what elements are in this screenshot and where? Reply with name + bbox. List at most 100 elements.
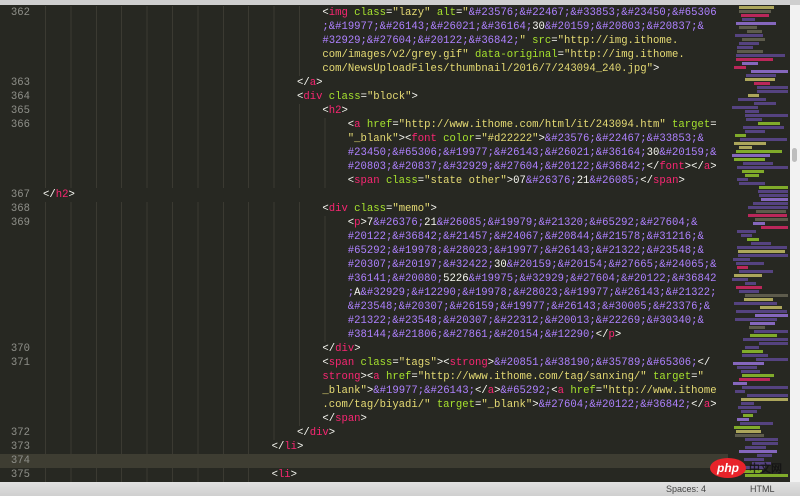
code-line-wrap[interactable]: com/images/v2/grey.gif" data-original="h… bbox=[0, 48, 728, 62]
code-line[interactable]: 367 </h2> bbox=[0, 188, 728, 202]
code-text: #20803;&#20837;&#32929;&#27604;&#20122;&… bbox=[348, 160, 717, 174]
syntax-selector[interactable]: HTML bbox=[750, 484, 775, 494]
code-line-wrap[interactable]: <span class="state other">07&#26376;21&#… bbox=[0, 174, 728, 188]
minimap-line bbox=[745, 110, 760, 113]
punctuation-token: </ bbox=[595, 329, 609, 341]
attribute-name-token: target bbox=[665, 119, 711, 131]
attribute-value-token: _blank" bbox=[322, 385, 367, 397]
vertical-scrollbar[interactable] bbox=[790, 5, 800, 482]
scrollbar-thumb[interactable] bbox=[792, 148, 797, 162]
code-line[interactable]: 373 </li> bbox=[0, 440, 728, 454]
punctuation-token: </ bbox=[691, 399, 704, 411]
entity-token: &#23548;&#20307;&#26159;&#19977;&#26143;… bbox=[347, 301, 711, 313]
code-line[interactable]: 365 <h2> bbox=[0, 104, 728, 118]
indent-guides bbox=[43, 34, 323, 48]
attribute-name-token: class bbox=[347, 203, 386, 215]
code-line[interactable]: 372 </div> bbox=[0, 426, 728, 440]
code-text: </li> bbox=[272, 440, 304, 454]
code-line[interactable]: 363 </a> bbox=[0, 76, 728, 90]
code-text: #20122;&#36842;&#21457;&#24067;&#20844;&… bbox=[348, 230, 704, 244]
tag-name-token: img bbox=[328, 7, 348, 19]
minimap-line bbox=[761, 198, 788, 201]
code-line[interactable]: 369 <p>7&#26376;21&#26085;&#19979;&#21320… bbox=[0, 216, 728, 230]
code-line[interactable]: 374 bbox=[0, 454, 728, 468]
code-editor[interactable]: 362 <img class="lazy" alt="&#23576;&#2246… bbox=[0, 6, 728, 482]
code-text: <div class="memo"> bbox=[322, 202, 436, 216]
punctuation-token: > bbox=[297, 441, 304, 453]
code-line[interactable]: 375 <li> bbox=[0, 468, 728, 482]
minimap-line bbox=[755, 314, 788, 317]
minimap[interactable] bbox=[728, 6, 790, 482]
indent-guides bbox=[43, 202, 323, 216]
code-line-wrap[interactable]: strong><a href="http://www.ithome.com/ta… bbox=[0, 370, 728, 384]
indent-guides bbox=[43, 216, 348, 230]
code-line-wrap[interactable]: #32929;&#27604;&#20122;&#36842;" src="ht… bbox=[0, 34, 728, 48]
minimap-line bbox=[748, 94, 760, 97]
code-line[interactable]: 364 <div class="block"> bbox=[0, 90, 728, 104]
minimap-line bbox=[746, 394, 788, 397]
minimap-line bbox=[744, 282, 756, 285]
minimap-line bbox=[739, 146, 752, 149]
code-line-wrap[interactable]: _blank">&#19977;&#26143;</a>&#65292;<a h… bbox=[0, 384, 728, 398]
minimap-line bbox=[735, 58, 773, 61]
attribute-name-token: class bbox=[379, 175, 418, 187]
code-text: "_blank"><font color="#d22222">&#23576;&… bbox=[348, 132, 704, 146]
tag-name-token: div bbox=[328, 203, 348, 215]
attribute-value-token: "_blank" bbox=[347, 133, 399, 145]
code-line-wrap[interactable]: #38144;&#21806;&#27861;&#20154;&#12290;<… bbox=[0, 328, 728, 342]
code-text: #21322;&#23548;&#20307;&#22312;&#20013;&… bbox=[348, 314, 704, 328]
indent-guides bbox=[43, 328, 348, 342]
code-line-wrap[interactable]: #36141;&#20080;5226&#19975;&#32929;&#276… bbox=[0, 272, 728, 286]
attribute-value-token: "tags" bbox=[398, 357, 437, 369]
minimap-line bbox=[739, 290, 760, 293]
tag-name-token: h2 bbox=[328, 105, 342, 117]
code-line-wrap[interactable]: ;&#19977;&#26143;&#26021;&#36164;30&#201… bbox=[0, 20, 728, 34]
code-line-wrap[interactable]: #20122;&#36842;&#21457;&#24067;&#20844;&… bbox=[0, 230, 728, 244]
minimap-line bbox=[733, 158, 765, 161]
minimap-line bbox=[737, 50, 763, 53]
code-text: com/images/v2/grey.gif" data-original="h… bbox=[322, 48, 684, 62]
attribute-value-token: "http://www.ithome.com/tag/sanxing/" bbox=[417, 371, 647, 383]
code-line-wrap[interactable]: .com/tag/biyadi/" target="_blank">&#2760… bbox=[0, 398, 728, 412]
code-line-wrap[interactable]: </span> bbox=[0, 412, 728, 426]
code-line-wrap[interactable]: #20803;&#20837;&#32929;&#27604;&#20122;&… bbox=[0, 160, 728, 174]
code-line-wrap[interactable]: com/NewsUploadFiles/thumbnail/2016/7/243… bbox=[0, 62, 728, 76]
minimap-line bbox=[741, 18, 755, 21]
code-line-wrap[interactable]: &#23548;&#20307;&#26159;&#19977;&#26143;… bbox=[0, 300, 728, 314]
minimap-line bbox=[738, 270, 774, 273]
indent-guides bbox=[43, 230, 348, 244]
punctuation-token: </ bbox=[640, 175, 653, 187]
entity-token: #20803;&#20837;&#32929;&#27604;&#20122;&… bbox=[347, 161, 647, 173]
code-line[interactable]: 370 </div> bbox=[0, 342, 728, 356]
minimap-line bbox=[758, 190, 788, 193]
attribute-value-token: "state other" bbox=[424, 175, 507, 187]
code-line[interactable]: 362 <img class="lazy" alt="&#23576;&#2246… bbox=[0, 6, 728, 20]
minimap-line bbox=[738, 98, 766, 101]
punctuation-token: > bbox=[354, 343, 361, 355]
indentation-setting[interactable]: Spaces: 4 bbox=[666, 484, 706, 494]
minimap-line bbox=[735, 318, 777, 321]
attribute-value-token: "#d22222" bbox=[481, 133, 539, 145]
code-line[interactable]: 371 <span class="tags"><strong>&#20851;&#… bbox=[0, 356, 728, 370]
code-line-wrap[interactable]: #23450;&#65306;&#19977;&#26143;&#26021;&… bbox=[0, 146, 728, 160]
punctuation-token: ></ bbox=[684, 161, 704, 173]
indent-guides bbox=[43, 384, 323, 398]
attribute-name-token: class bbox=[354, 357, 393, 369]
indent-guides bbox=[43, 76, 297, 90]
minimap-line bbox=[747, 238, 759, 241]
code-text: <li> bbox=[272, 468, 297, 482]
code-line-wrap[interactable]: #65292;&#19978;&#28023;&#19977;&#26143;&… bbox=[0, 244, 728, 258]
minimap-line bbox=[745, 130, 766, 133]
punctuation-token: </ bbox=[43, 189, 56, 201]
code-line-wrap[interactable]: #20307;&#20197;&#32422;30&#20159;&#20154… bbox=[0, 258, 728, 272]
code-line-wrap[interactable]: #21322;&#23548;&#20307;&#22312;&#20013;&… bbox=[0, 314, 728, 328]
code-line[interactable]: 368 <div class="memo"> bbox=[0, 202, 728, 216]
minimap-line bbox=[746, 118, 762, 121]
code-line-wrap[interactable]: ;A&#32929;&#12290;&#19978;&#28023;&#1997… bbox=[0, 286, 728, 300]
punctuation-token: > bbox=[328, 427, 336, 439]
code-line[interactable]: 366 <a href="http://www.ithome.com/html/i… bbox=[0, 118, 728, 132]
indent-guides bbox=[43, 356, 323, 370]
code-line-wrap[interactable]: "_blank"><font color="#d22222">&#23576;&… bbox=[0, 132, 728, 146]
line-number: 370 bbox=[10, 343, 30, 355]
minimap-line bbox=[733, 382, 747, 385]
